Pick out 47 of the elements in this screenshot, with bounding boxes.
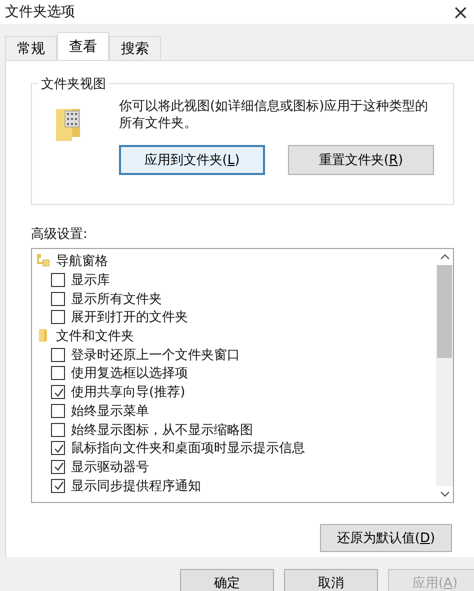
checkbox[interactable] <box>51 348 65 362</box>
button[interactable]: 重置文件夹(R) <box>288 145 434 175</box>
button[interactable]: 取消 <box>284 569 378 591</box>
option-label: 显示所有文件夹 <box>71 290 162 308</box>
checkbox[interactable] <box>51 366 65 380</box>
option-label: 显示同步提供程序通知 <box>71 478 201 495</box>
description-text: 你可以将此视图(如详细信息或图标)应用于这种类型的所有文件夹。 <box>119 98 430 132</box>
folder-icon <box>36 329 50 344</box>
check-icon <box>52 461 64 472</box>
option-label: 鼠标指向文件夹和桌面项时显示提示信息 <box>71 440 305 458</box>
scroll-down-icon <box>440 490 450 498</box>
checkbox[interactable] <box>51 292 65 306</box>
tree-icon <box>36 254 50 268</box>
option-label: 始终显示菜单 <box>71 402 149 420</box>
group-label: 文件和文件夹 <box>56 328 134 346</box>
option-label: 使用复选框以选择项 <box>71 365 188 382</box>
check-icon <box>52 480 64 492</box>
restore-defaults-button[interactable]: 还原为默认值(D) <box>320 524 452 552</box>
checkbox[interactable] <box>51 441 65 456</box>
tab[interactable]: 常规 <box>5 36 57 60</box>
tab[interactable]: 搜索 <box>109 36 161 60</box>
folder-icon <box>54 107 82 141</box>
button[interactable]: 应用到文件夹(L) <box>119 145 265 175</box>
option-label: 始终显示图标，从不显示缩略图 <box>71 422 253 439</box>
scrollbar-thumb[interactable] <box>437 265 452 358</box>
checkbox[interactable] <box>51 478 65 493</box>
scroll-up-icon <box>440 253 450 261</box>
option-label: 登录时还原上一个文件夹窗口 <box>71 346 240 364</box>
group-label: 导航窗格 <box>56 253 108 270</box>
option-label: 显示驱动器号 <box>71 458 149 476</box>
option-label: 展开到打开的文件夹 <box>71 309 188 326</box>
section-label: 高级设置: <box>31 226 88 243</box>
check-icon <box>52 386 64 398</box>
window-title: 文件夹选项 <box>5 3 75 21</box>
check-icon <box>52 442 64 454</box>
checkbox[interactable] <box>51 273 65 288</box>
tab[interactable]: 查看 <box>57 32 109 60</box>
close-button[interactable]: × <box>447 2 474 22</box>
option-label: 使用共享向导(推荐) <box>71 384 186 402</box>
checkbox[interactable] <box>51 460 65 474</box>
checkbox[interactable] <box>51 385 65 400</box>
checkbox[interactable] <box>51 404 65 418</box>
group-title: 文件夹视图 <box>38 75 109 93</box>
checkbox[interactable] <box>51 422 65 437</box>
checkbox[interactable] <box>51 310 65 324</box>
button[interactable]: 确定 <box>180 569 274 591</box>
option-label: 显示库 <box>71 272 110 290</box>
